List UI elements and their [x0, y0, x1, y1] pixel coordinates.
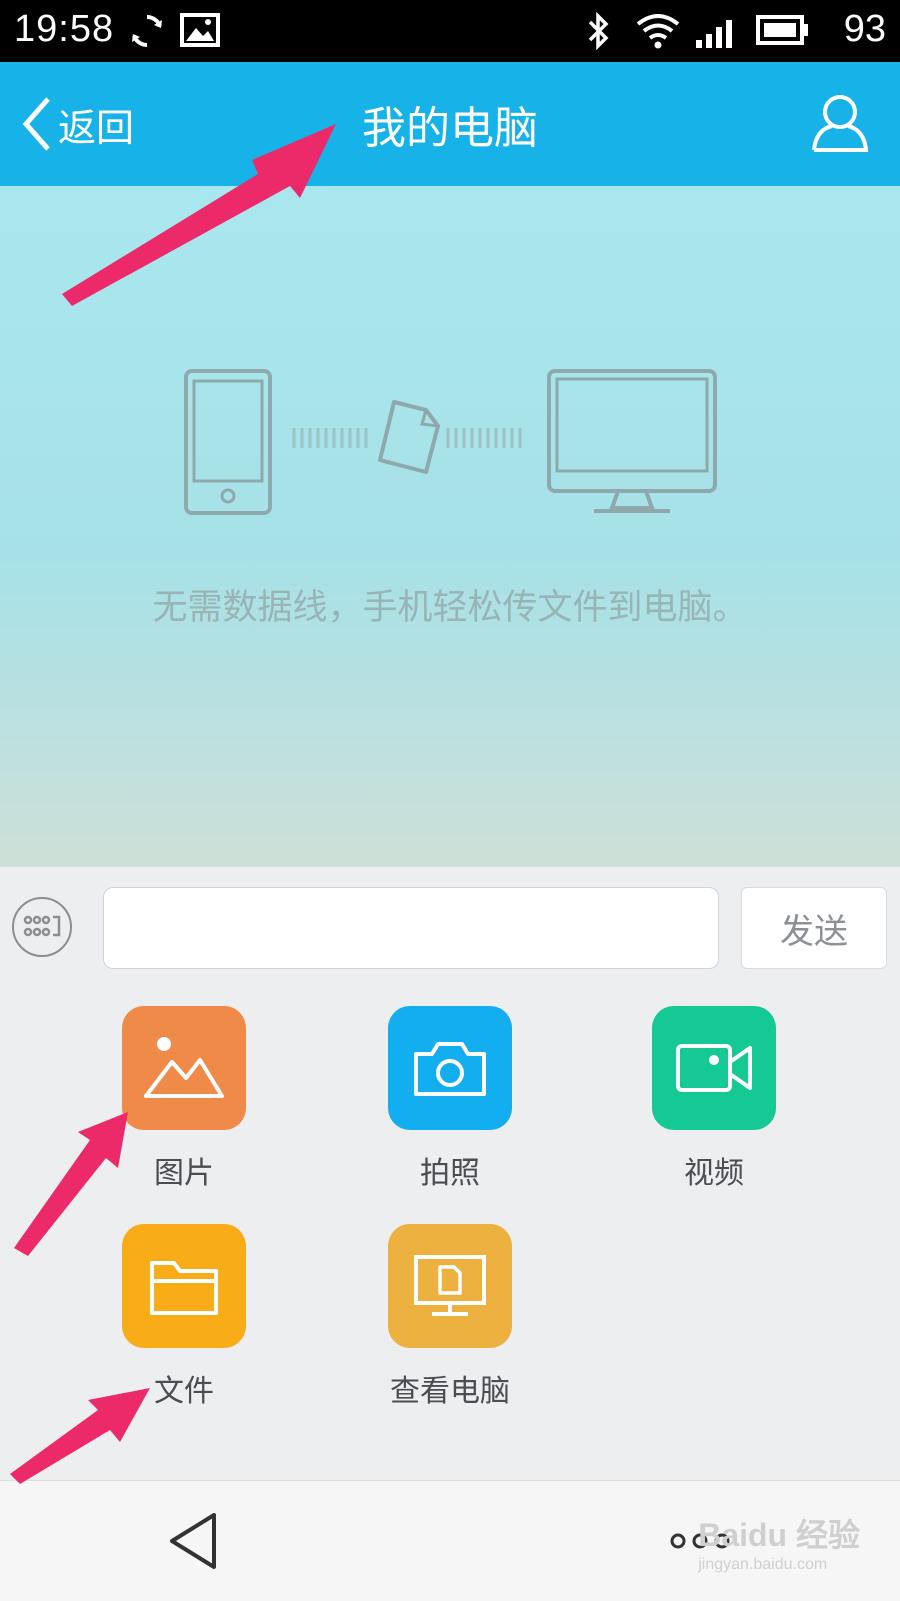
watermark-logo: Baidu 经验 [698, 1517, 860, 1553]
send-button[interactable]: 发送 [741, 887, 887, 969]
tool-video[interactable]: 视频 [614, 1006, 814, 1192]
image-tile[interactable] [122, 1006, 246, 1130]
signal-icon [696, 20, 732, 48]
watermark-url: jingyan.baidu.com [698, 1556, 828, 1573]
tool-image[interactable]: 图片 [84, 1006, 284, 1192]
message-input[interactable] [103, 887, 719, 969]
baidu-watermark: Baidu 经验 jingyan.baidu.com [698, 1510, 860, 1574]
video-icon [676, 1044, 752, 1092]
sync-icon [132, 15, 162, 47]
transfer-dots-left [292, 428, 368, 448]
battery-level: 93 [843, 8, 886, 50]
status-bar: 19:58 93 [0, 0, 900, 62]
file-icon [378, 400, 440, 474]
back-triangle-icon[interactable] [166, 1511, 222, 1571]
hero-area: 无需数据线，手机轻松传文件到电脑。 [0, 186, 900, 866]
phone-icon [184, 369, 272, 515]
gallery-icon [180, 13, 220, 47]
wifi-icon [636, 14, 680, 49]
tool-camera[interactable]: 拍照 [350, 1006, 550, 1192]
video-tile[interactable] [652, 1006, 776, 1130]
tool-label-image: 图片 [154, 1156, 214, 1191]
page-title: 我的电脑 [362, 103, 538, 154]
file-tile[interactable] [122, 1224, 246, 1348]
tool-file[interactable]: 文件 [84, 1224, 284, 1410]
view-computer-icon [414, 1255, 486, 1316]
battery-icon [756, 15, 808, 45]
profile-button[interactable] [810, 92, 870, 158]
keyboard-icon [23, 915, 61, 937]
tool-label-file: 文件 [154, 1374, 214, 1409]
keyboard-toggle-button[interactable] [12, 897, 72, 957]
camera-tile[interactable] [388, 1006, 512, 1130]
tool-label-video: 视频 [684, 1156, 744, 1191]
title-bar: 返回 我的电脑 [0, 62, 900, 186]
camera-icon [414, 1042, 486, 1096]
tool-label-camera: 拍照 [420, 1156, 480, 1191]
image-icon [144, 1037, 224, 1098]
transfer-dots-right [446, 428, 522, 448]
tool-view-computer[interactable]: 查看电脑 [350, 1224, 550, 1410]
bluetooth-icon [588, 12, 609, 50]
attachment-panel: 图片 拍照 视频 文件 查看电脑 [0, 978, 900, 1480]
tool-label-view-computer: 查看电脑 [390, 1374, 510, 1409]
hero-message: 无需数据线，手机轻松传文件到电脑。 [152, 588, 748, 628]
folder-icon [150, 1261, 218, 1315]
view-computer-tile[interactable] [388, 1224, 512, 1348]
composer-bar: 发送 [0, 866, 900, 979]
status-time: 19:58 [14, 8, 115, 50]
monitor-icon [547, 369, 717, 513]
person-icon [812, 95, 869, 152]
